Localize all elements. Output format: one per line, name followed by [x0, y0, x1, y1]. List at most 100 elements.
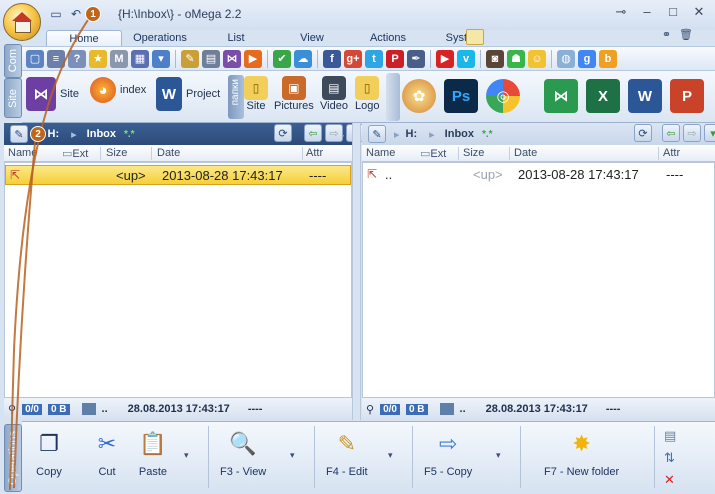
folder-pictures[interactable]: ▣ Pictures: [274, 76, 314, 112]
edit-path-icon[interactable]: ✎: [368, 125, 386, 143]
edit-button[interactable]: ✎ F4 - Edit: [326, 428, 368, 478]
forward-icon[interactable]: ⇨: [325, 124, 343, 142]
cut-button[interactable]: ✂ Cut: [92, 428, 122, 478]
clipboard-icon[interactable]: ≡: [47, 49, 65, 68]
sync-icon[interactable]: ⇅: [664, 450, 676, 466]
col-attr[interactable]: Attr: [663, 147, 680, 159]
back-icon[interactable]: ⇦: [304, 124, 322, 142]
star-icon[interactable]: ★: [89, 49, 107, 68]
undo-icon[interactable]: ↶: [68, 6, 84, 22]
col-date[interactable]: Date: [157, 147, 180, 159]
col-ext[interactable]: ▭Ext: [62, 147, 88, 160]
col-name[interactable]: Name: [366, 147, 395, 159]
paint-palette-icon[interactable]: ✿: [402, 79, 436, 113]
paste-button[interactable]: 📋 Paste: [138, 428, 168, 478]
left-folder[interactable]: Inbox: [87, 128, 116, 140]
android-icon[interactable]: ☗: [507, 49, 525, 68]
chevron-down-icon[interactable]: ▾: [184, 450, 189, 461]
filter-icon[interactable]: ⚲: [8, 403, 16, 416]
app-menu-button[interactable]: [3, 3, 41, 41]
tab-home[interactable]: Home: [46, 30, 122, 46]
back-icon[interactable]: ⇦: [662, 124, 680, 142]
powerpoint-icon[interactable]: P: [670, 79, 704, 113]
right-drive[interactable]: H:: [406, 128, 418, 140]
youtube-icon[interactable]: ▶: [436, 49, 454, 68]
copy-button[interactable]: ❐ Copy: [34, 428, 64, 478]
mb-icon[interactable]: M: [110, 49, 128, 68]
pin-icon[interactable]: ⊸: [613, 4, 629, 20]
maximize-button[interactable]: □: [665, 4, 681, 20]
trash-icon[interactable]: 🗑: [679, 28, 693, 41]
history-icon[interactable]: ▾: [704, 124, 715, 142]
side-tab-com[interactable]: Com: [4, 44, 22, 78]
chevron-down-icon[interactable]: ▾: [290, 450, 295, 461]
window-icon[interactable]: ▢: [26, 49, 44, 68]
close-button[interactable]: ✕: [691, 4, 707, 20]
new-folder-button[interactable]: ✸ F7 - New folder: [544, 428, 619, 478]
side-tab-operations[interactable]: Operations: [4, 424, 22, 492]
minimize-button[interactable]: –: [639, 4, 655, 20]
tab-view[interactable]: View: [274, 30, 350, 46]
right-file-list[interactable]: ⇱ .. <up> 2013-08-28 17:43:17 ----: [362, 162, 715, 398]
tab-system[interactable]: System: [426, 30, 502, 46]
blogger-icon[interactable]: b: [599, 49, 617, 68]
filter-icon[interactable]: ⚲: [366, 403, 374, 416]
folder-logo[interactable]: ▯ Logo: [355, 76, 379, 112]
col-attr[interactable]: Attr: [306, 147, 323, 159]
table-row[interactable]: ⇱ .. <up> 2013-08-28 17:43:17 ----: [363, 165, 714, 185]
media-player-icon[interactable]: ▶: [244, 49, 262, 68]
col-size[interactable]: Size: [463, 147, 484, 159]
launcher-site[interactable]: ⋈ Site: [26, 77, 79, 111]
cloud-icon[interactable]: ☁: [294, 49, 312, 68]
tab-operations[interactable]: Operations: [122, 30, 198, 46]
folder-video[interactable]: ▤ Video: [320, 76, 348, 112]
f5-copy-button[interactable]: ⇨ F5 - Copy: [424, 428, 472, 478]
photoshop-icon[interactable]: Ps: [444, 79, 478, 113]
properties-icon[interactable]: ▤: [664, 428, 676, 444]
google-icon[interactable]: g: [578, 49, 596, 68]
edit-icon[interactable]: ✎: [181, 49, 199, 68]
tab-list[interactable]: List: [198, 30, 274, 46]
refresh-icon[interactable]: ⟳: [274, 124, 292, 142]
smiley-icon[interactable]: ☺: [528, 49, 546, 68]
launcher-index[interactable]: ◕ index: [90, 77, 146, 103]
folder-tab-icon[interactable]: [466, 29, 484, 45]
edit-path-icon[interactable]: ✎: [10, 125, 28, 143]
film-icon[interactable]: ▤: [202, 49, 220, 68]
view-button[interactable]: 🔍 F3 - View: [220, 428, 266, 478]
launcher-project[interactable]: W Project: [156, 77, 220, 111]
col-name[interactable]: Name: [8, 147, 37, 159]
wildcard-icon[interactable]: ?: [68, 49, 86, 68]
left-file-list[interactable]: ⇱ <up> 2013-08-28 17:43:17 ----: [4, 162, 352, 398]
refresh-icon[interactable]: ⟳: [634, 124, 652, 142]
side-tab-site[interactable]: Site: [4, 78, 22, 118]
thumbnail-icon[interactable]: [439, 403, 454, 415]
right-mask[interactable]: *.*: [482, 129, 493, 140]
chevron-down-icon[interactable]: ▾: [388, 450, 393, 461]
globe-icon[interactable]: ◍: [557, 49, 575, 68]
twitter-icon[interactable]: t: [365, 49, 383, 68]
forward-icon[interactable]: ⇨: [683, 124, 701, 142]
chain-icon[interactable]: ⚭: [662, 28, 671, 41]
vimeo-icon[interactable]: v: [457, 49, 475, 68]
tab-actions[interactable]: Actions: [350, 30, 426, 46]
pinterest-icon[interactable]: P: [386, 49, 404, 68]
googleplus-icon[interactable]: g+: [344, 49, 362, 68]
vs-icon[interactable]: ⋈: [223, 49, 241, 68]
panel-icon[interactable]: ▭: [48, 6, 64, 22]
excel-icon[interactable]: X: [586, 79, 620, 113]
delete-icon[interactable]: ✕: [664, 472, 676, 488]
panel-splitter[interactable]: [352, 123, 361, 420]
facebook-icon[interactable]: f: [323, 49, 341, 68]
left-mask[interactable]: *.*: [124, 129, 135, 140]
save-icon[interactable]: ▾: [152, 49, 170, 68]
check-icon[interactable]: ✔: [273, 49, 291, 68]
vscode-icon[interactable]: ⋈: [544, 79, 578, 113]
word-icon[interactable]: W: [628, 79, 662, 113]
right-folder[interactable]: Inbox: [445, 128, 474, 140]
folder-site[interactable]: ▯ Site: [244, 76, 268, 112]
instagram-icon[interactable]: ◙: [486, 49, 504, 68]
thumbnail-icon[interactable]: [81, 403, 96, 415]
pen-icon[interactable]: ✒: [407, 49, 425, 68]
left-drive[interactable]: H:: [48, 128, 60, 140]
